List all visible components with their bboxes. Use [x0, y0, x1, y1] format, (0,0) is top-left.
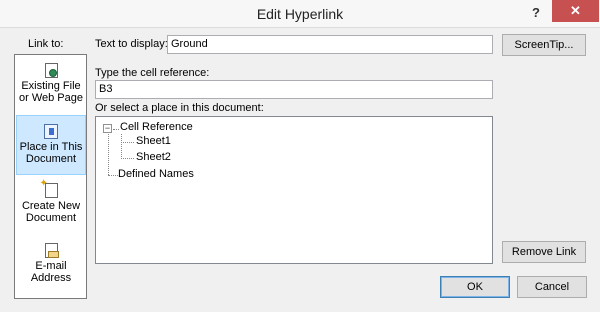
link-item-label: Address	[30, 272, 72, 284]
link-item-label: E-mail	[35, 260, 67, 272]
dialog-title: Edit Hyperlink	[256, 6, 344, 22]
tree-connector	[108, 175, 118, 176]
cell-reference-label: Type the cell reference:	[95, 67, 210, 79]
tree-node-cell-reference[interactable]: Cell Reference	[120, 121, 193, 133]
place-tree[interactable]: − Cell Reference Sheet1 Sheet2 Defined N…	[95, 116, 493, 264]
help-button[interactable]: ?	[524, 3, 548, 23]
link-item-label: Document	[25, 153, 77, 165]
link-item-label: Document	[25, 212, 77, 224]
link-to-panel: Existing File or Web Page Place in This …	[14, 54, 87, 299]
ok-button[interactable]: OK	[440, 276, 510, 298]
tree-node-sheet2[interactable]: Sheet2	[136, 151, 171, 163]
link-item-label: or Web Page	[18, 92, 83, 104]
email-icon	[44, 243, 59, 258]
tree-node-sheet1[interactable]: Sheet1	[136, 135, 171, 147]
link-to-label: Link to:	[28, 38, 64, 50]
place-in-document-icon	[44, 124, 58, 139]
tree-connector	[121, 134, 122, 159]
remove-link-button[interactable]: Remove Link	[502, 241, 586, 263]
text-to-display-label: Text to display:	[95, 38, 168, 50]
tree-connector	[121, 158, 134, 159]
link-item-place-in-document[interactable]: Place in This Document	[16, 115, 86, 175]
cancel-button[interactable]: Cancel	[517, 276, 587, 298]
tree-connector	[108, 134, 109, 175]
link-item-label: Place in This	[19, 141, 83, 153]
existing-file-icon	[44, 63, 58, 78]
link-item-existing-file[interactable]: Existing File or Web Page	[16, 63, 86, 117]
link-item-email[interactable]: E-mail Address	[16, 243, 86, 299]
text-to-display-field[interactable]: Ground	[167, 35, 493, 54]
tree-connector	[113, 129, 119, 130]
screentip-button[interactable]: ScreenTip...	[502, 34, 586, 56]
collapse-icon[interactable]: −	[103, 124, 112, 133]
cell-reference-field[interactable]: B3	[95, 80, 493, 99]
title-bar: Edit Hyperlink ? ✕	[0, 0, 600, 28]
link-item-label: Create New	[21, 200, 81, 212]
tree-connector	[121, 142, 134, 143]
edit-hyperlink-dialog: Edit Hyperlink ? ✕ Link to: Existing Fil…	[0, 0, 600, 312]
close-button[interactable]: ✕	[552, 0, 599, 22]
select-place-label: Or select a place in this document:	[95, 102, 264, 114]
new-document-icon	[40, 178, 58, 198]
link-item-label: Existing File	[21, 80, 81, 92]
tree-node-defined-names[interactable]: Defined Names	[118, 168, 194, 180]
link-item-create-new[interactable]: Create New Document	[16, 178, 86, 239]
